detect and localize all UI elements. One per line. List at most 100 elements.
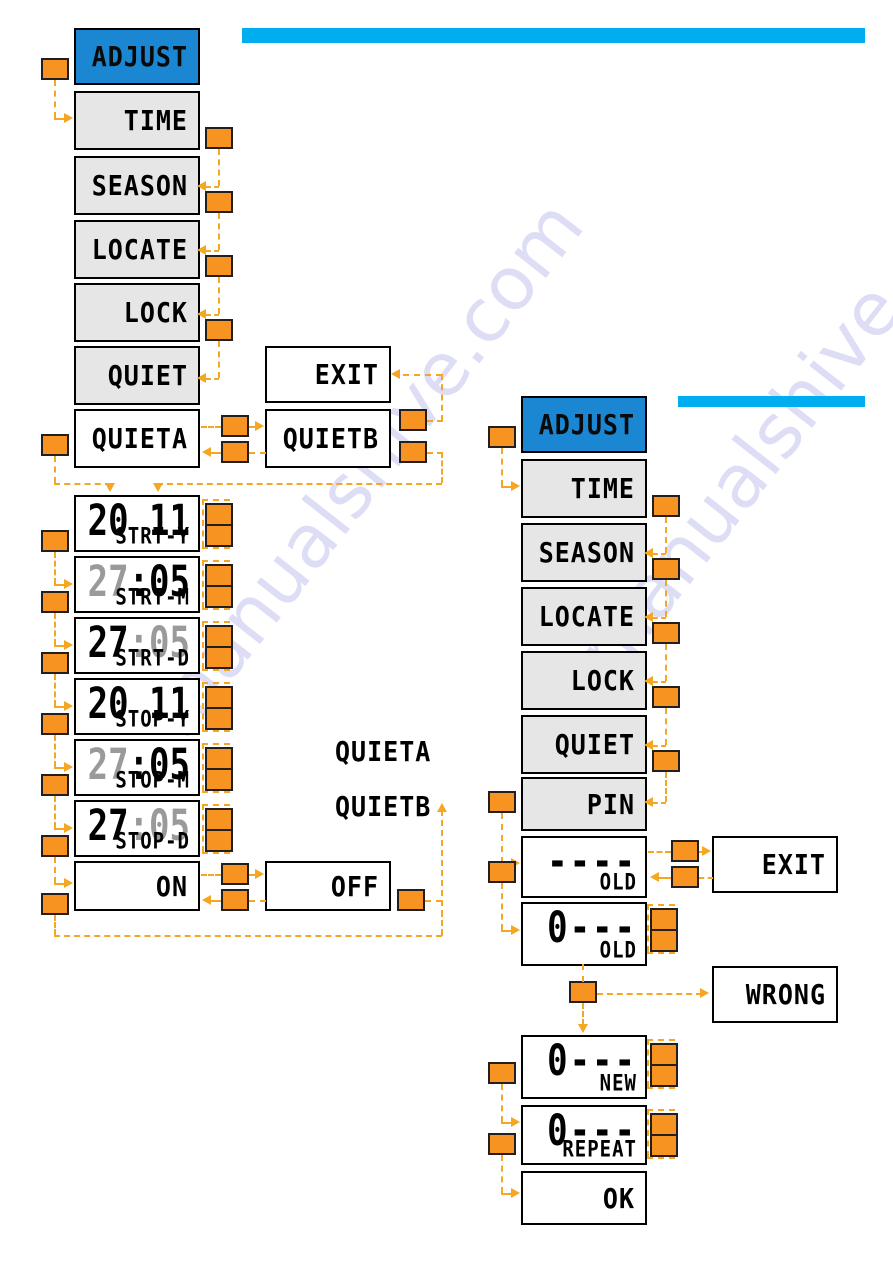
lcd-season-right[interactable]: SEASON xyxy=(521,523,647,582)
button-advance-stop-m[interactable] xyxy=(41,774,69,796)
lcd-time-right[interactable]: TIME xyxy=(521,459,647,518)
connector-horizontal xyxy=(202,547,230,549)
button-exit-back[interactable] xyxy=(671,866,699,888)
lcd-on[interactable]: ON xyxy=(74,861,200,911)
lcd-lock-right[interactable]: LOCK xyxy=(521,651,647,710)
buttons-adjust-stop-y[interactable] xyxy=(205,686,233,730)
buttons-adjust-strt-y[interactable] xyxy=(205,503,233,547)
buttons-pin-new-adjust[interactable] xyxy=(650,1043,678,1087)
connector-vertical xyxy=(441,810,443,936)
lcd-off[interactable]: OFF xyxy=(265,861,391,911)
lcd-strt-m[interactable]: 27:05 STRT-M xyxy=(74,556,200,613)
connector-vertical xyxy=(54,456,56,483)
lcd-label: ADJUST xyxy=(91,40,188,73)
lcd-exit-right[interactable]: EXIT xyxy=(712,836,838,893)
connector-vertical xyxy=(582,1003,584,1025)
connector-vertical xyxy=(665,517,667,553)
connector-horizontal xyxy=(647,1087,675,1089)
connector-horizontal xyxy=(647,904,675,906)
arrow-right-icon xyxy=(64,579,73,589)
button-off-to-on[interactable] xyxy=(221,889,249,911)
button-down-locate-right[interactable] xyxy=(652,622,680,644)
lcd-label: PIN xyxy=(586,787,635,821)
button-quieta-down[interactable] xyxy=(41,434,69,456)
lcd-pin-old-empty[interactable]: ---- OLD xyxy=(521,836,647,898)
button-down-adjust-right[interactable] xyxy=(488,426,516,448)
button-pin-digit[interactable] xyxy=(488,861,516,883)
connector-horizontal xyxy=(206,378,219,380)
button-pin-submit[interactable] xyxy=(569,981,597,1003)
button-pin-new-confirm[interactable] xyxy=(488,1062,516,1084)
button-down-locate-left[interactable] xyxy=(205,255,233,277)
lcd-adjust-left[interactable]: ADJUST xyxy=(74,28,200,85)
button-down-time-right[interactable] xyxy=(652,495,680,517)
connector-vertical xyxy=(218,213,220,250)
button-down-time-left[interactable] xyxy=(205,127,233,149)
lcd-quiet-left[interactable]: QUIET xyxy=(74,346,200,405)
lcd-lock-left[interactable]: LOCK xyxy=(74,283,200,342)
buttons-adjust-strt-m[interactable] xyxy=(205,564,233,608)
lcd-sub-label: OLD xyxy=(599,937,637,964)
lcd-pin-repeat[interactable]: 0--- REPEAT xyxy=(521,1105,647,1165)
lcd-pin-right[interactable]: PIN xyxy=(521,777,647,831)
arrow-down-icon xyxy=(578,1024,588,1033)
lcd-stop-m[interactable]: 27:05 STOP-M xyxy=(74,739,200,796)
button-pin-to-exit[interactable] xyxy=(671,840,699,862)
button-quietb-next[interactable] xyxy=(399,441,427,463)
button-down-adjust-left[interactable] xyxy=(41,58,69,80)
connector-horizontal xyxy=(647,1109,675,1111)
connector-vertical xyxy=(582,964,584,982)
lcd-strt-d[interactable]: 27:05 STRT-D xyxy=(74,617,200,674)
button-down-quiet-right[interactable] xyxy=(652,750,680,772)
lcd-wrong[interactable]: WRONG xyxy=(712,966,838,1023)
button-quieta-to-quietb[interactable] xyxy=(221,415,249,437)
lcd-stop-d[interactable]: 27:05 STOP-D xyxy=(74,800,200,857)
lcd-ok[interactable]: OK xyxy=(521,1171,647,1225)
button-pin-repeat-confirm[interactable] xyxy=(488,1133,516,1155)
connector-vertical xyxy=(441,452,443,483)
lcd-quieta[interactable]: QUIETA xyxy=(74,409,200,468)
lcd-quiet-right[interactable]: QUIET xyxy=(521,715,647,774)
buttons-pin-old-adjust[interactable] xyxy=(650,908,678,952)
buttons-adjust-strt-d[interactable] xyxy=(205,625,233,669)
buttons-pin-repeat-adjust[interactable] xyxy=(650,1113,678,1157)
lcd-quietb[interactable]: QUIETB xyxy=(265,409,391,468)
lcd-strt-y[interactable]: 20 11 STRT-Y xyxy=(74,495,200,552)
buttons-adjust-stop-d[interactable] xyxy=(205,808,233,852)
connector-horizontal xyxy=(597,993,702,995)
arrow-right-icon xyxy=(64,878,73,888)
button-down-lock-right[interactable] xyxy=(652,686,680,708)
arrow-right-icon xyxy=(255,869,264,879)
button-quietb-exit[interactable] xyxy=(399,409,427,431)
button-down-season-right[interactable] xyxy=(652,558,680,580)
button-pin-enter[interactable] xyxy=(488,791,516,813)
button-off-confirm[interactable] xyxy=(397,889,425,911)
lcd-pin-new[interactable]: 0--- NEW xyxy=(521,1035,647,1099)
lcd-adjust-right[interactable]: ADJUST xyxy=(521,396,647,453)
connector-horizontal xyxy=(157,483,442,485)
buttons-adjust-stop-m[interactable] xyxy=(205,747,233,791)
button-down-season-left[interactable] xyxy=(205,191,233,213)
lcd-pin-old-entry[interactable]: 0--- OLD xyxy=(521,902,647,966)
button-advance-strt-d[interactable] xyxy=(41,652,69,674)
button-down-lock-left[interactable] xyxy=(205,319,233,341)
button-advance-strt-y[interactable] xyxy=(41,530,69,552)
lcd-label: WRONG xyxy=(745,978,826,1011)
connector-horizontal xyxy=(202,791,230,793)
button-advance-stop-d[interactable] xyxy=(41,835,69,857)
connector-horizontal xyxy=(653,745,666,747)
button-on-to-off[interactable] xyxy=(221,863,249,885)
lcd-locate-right[interactable]: LOCATE xyxy=(521,587,647,646)
arrow-left-icon xyxy=(644,797,653,807)
lcd-exit-left[interactable]: EXIT xyxy=(265,346,391,403)
lcd-season-left[interactable]: SEASON xyxy=(74,156,200,215)
button-on-exit[interactable] xyxy=(41,893,69,915)
button-advance-strt-m[interactable] xyxy=(41,591,69,613)
lcd-locate-left[interactable]: LOCATE xyxy=(74,220,200,279)
lcd-stop-y[interactable]: 20 11 STOP-Y xyxy=(74,678,200,735)
arrow-down-icon xyxy=(105,483,115,492)
lcd-time-left[interactable]: TIME xyxy=(74,91,200,150)
button-quietb-to-quieta[interactable] xyxy=(221,441,249,463)
arrow-right-icon xyxy=(702,846,711,856)
button-advance-stop-y[interactable] xyxy=(41,713,69,735)
